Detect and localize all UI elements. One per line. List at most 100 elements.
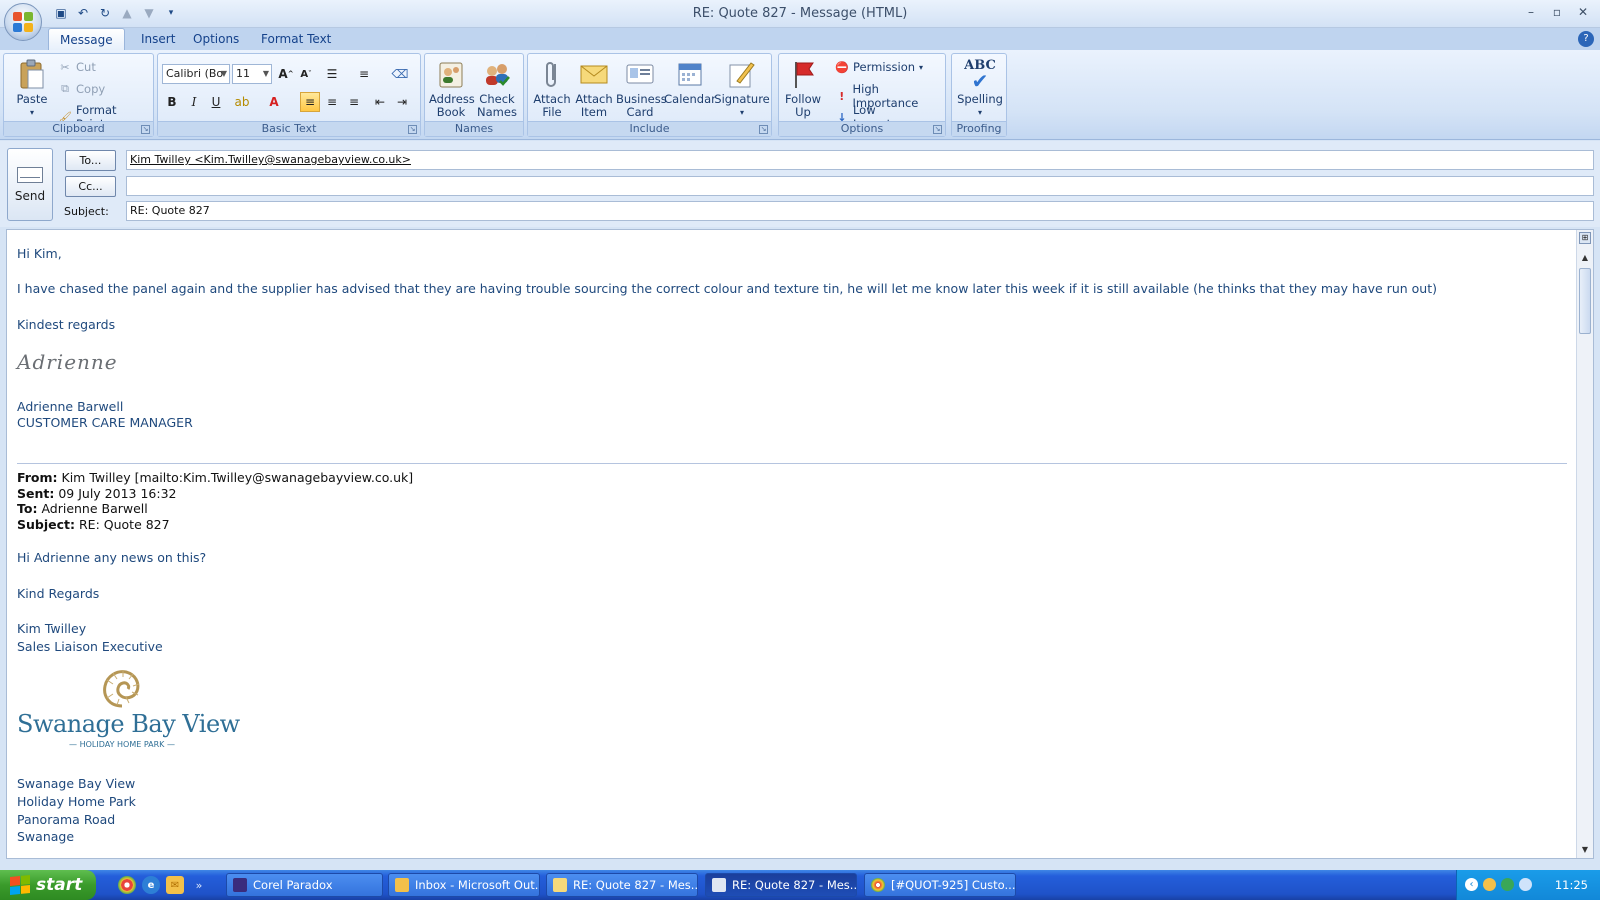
increase-indent-icon[interactable]: ⇥	[392, 92, 412, 112]
shrink-font-icon[interactable]: Aˇ	[296, 64, 316, 84]
handwritten-signature: Adrienne	[17, 350, 118, 374]
logo-name: Swanage Bay View	[17, 710, 240, 738]
bold-button[interactable]: B	[162, 92, 182, 112]
address-line-3: Panorama Road	[17, 812, 116, 827]
cut-button[interactable]: ✂ Cut	[58, 60, 95, 74]
taskbar-item-quot-925[interactable]: [#QUOT-925] Custo...	[864, 873, 1016, 897]
tab-format-text[interactable]: Format Text	[250, 28, 342, 50]
volume-icon[interactable]	[1519, 878, 1532, 891]
tab-options[interactable]: Options	[182, 28, 250, 50]
check-names-button[interactable]: Check Names	[475, 58, 519, 119]
to-button[interactable]: To...	[65, 150, 116, 171]
spelling-button[interactable]: ABC ✔ Spelling ▾	[955, 58, 1005, 119]
send-button[interactable]: Send	[7, 148, 53, 221]
quick-launch: e ✉ »	[118, 876, 208, 894]
address-book-label: Address Book	[429, 92, 475, 119]
quoted-name: Kim Twilley	[17, 621, 87, 636]
basic-text-launcher-icon[interactable]: ↘	[408, 125, 417, 134]
windows-flag-icon	[10, 874, 30, 896]
office-logo-icon	[13, 12, 33, 32]
paperclip-icon	[536, 58, 568, 90]
copy-button[interactable]: ⧉ Copy	[58, 82, 105, 96]
follow-up-label: Follow Up	[784, 92, 822, 119]
tab-message[interactable]: Message	[48, 28, 125, 50]
paradox-icon	[233, 878, 247, 892]
taskbar-item-inbox[interactable]: Inbox - Microsoft Out...	[388, 873, 540, 897]
checkmark-icon: ✔	[971, 68, 989, 93]
grow-font-icon[interactable]: A ^	[276, 64, 296, 84]
signature-button[interactable]: Signature ▾	[714, 58, 770, 119]
help-icon[interactable]: ?	[1578, 31, 1594, 47]
align-center-icon[interactable]: ≡	[322, 92, 342, 112]
paste-label: Paste	[16, 92, 48, 106]
close-button[interactable]: ✕	[1572, 3, 1594, 21]
clipboard-launcher-icon[interactable]: ↘	[141, 125, 150, 134]
copy-icon: ⧉	[61, 82, 69, 95]
signature-dropdown-icon: ▾	[739, 108, 744, 117]
attach-item-button[interactable]: Attach Item	[574, 58, 614, 119]
font-size-combo[interactable]: 11 ▼	[232, 64, 272, 84]
quoted-from-label: From:	[17, 470, 58, 485]
ruler-toggle-icon[interactable]: ⊞	[1579, 232, 1591, 244]
chrome-icon[interactable]	[118, 876, 136, 894]
italic-button[interactable]: I	[184, 92, 204, 112]
font-name-combo[interactable]: Calibri (Bo ▼	[162, 64, 230, 84]
quote-divider	[17, 463, 1567, 464]
address-book-button[interactable]: Address Book	[429, 58, 475, 119]
start-button[interactable]: start	[0, 870, 96, 900]
taskbar-item-corel-paradox[interactable]: Corel Paradox	[226, 873, 383, 897]
scroll-down-icon[interactable]: ▼	[1579, 844, 1591, 856]
outlook-icon	[395, 878, 409, 892]
restore-button[interactable]: ▫	[1546, 3, 1568, 21]
outlook-icon[interactable]: ✉	[166, 876, 184, 894]
align-left-icon[interactable]: ≡	[300, 92, 320, 112]
scrollbar-thumb[interactable]	[1579, 268, 1591, 334]
numbering-icon[interactable]: ≡	[354, 64, 374, 84]
options-launcher-icon[interactable]: ↘	[933, 125, 942, 134]
company-logo: Swanage Bay View — HOLIDAY HOME PARK —	[17, 666, 240, 749]
message-body[interactable]: Hi Kim, I have chased the panel again an…	[6, 229, 1594, 859]
paste-button[interactable]: Paste ▾	[10, 58, 54, 119]
taskbar-item-quote-2[interactable]: RE: Quote 827 - Mes...	[705, 873, 857, 897]
task-label: Inbox - Microsoft Out...	[415, 878, 540, 892]
include-launcher-icon[interactable]: ↘	[759, 125, 768, 134]
decrease-indent-icon[interactable]: ⇤	[370, 92, 390, 112]
outlook-tray-icon[interactable]	[1483, 878, 1496, 891]
logo-tagline: — HOLIDAY HOME PARK —	[69, 740, 175, 749]
permission-button[interactable]: ⛔ Permission ▾	[835, 60, 923, 74]
send-label: Send	[14, 188, 46, 203]
check-names-label: Check Names	[477, 92, 517, 119]
office-button[interactable]	[4, 3, 42, 41]
cc-button[interactable]: Cc...	[65, 176, 116, 197]
minimize-button[interactable]: –	[1520, 3, 1542, 21]
internet-explorer-icon[interactable]: e	[142, 876, 160, 894]
permission-label: Permission	[853, 60, 916, 74]
to-field[interactable]: Kim Twilley <Kim.Twilley@swanagebayview.…	[126, 150, 1594, 170]
options-group-label: Options	[779, 121, 945, 136]
network-icon[interactable]	[1501, 878, 1514, 891]
cc-field[interactable]	[126, 176, 1594, 196]
attach-file-button[interactable]: Attach File	[532, 58, 572, 119]
tray-collapse-icon[interactable]: ‹	[1465, 878, 1478, 891]
scroll-up-icon[interactable]: ▲	[1579, 252, 1591, 264]
names-group: Address Book Check Names Names	[424, 53, 524, 137]
subject-field[interactable]: RE: Quote 827	[126, 201, 1594, 221]
more-icon[interactable]: »	[190, 876, 208, 894]
address-book-icon	[435, 58, 467, 90]
chevron-down-icon: ▼	[262, 69, 269, 78]
highlight-icon[interactable]: ab	[232, 92, 252, 112]
align-right-icon[interactable]: ≡	[344, 92, 364, 112]
vertical-scrollbar[interactable]: ⊞ ▲ ▼	[1576, 230, 1593, 858]
red-flag-icon	[787, 58, 819, 90]
permission-icon: ⛔	[835, 60, 849, 74]
names-group-label: Names	[425, 121, 523, 136]
taskbar-item-quote-1[interactable]: RE: Quote 827 - Mes...	[546, 873, 698, 897]
calendar-button[interactable]: Calendar	[664, 58, 716, 106]
quoted-role: Sales Liaison Executive	[17, 639, 163, 654]
envelope-icon	[553, 878, 567, 892]
clear-formatting-icon[interactable]: ⌫	[390, 64, 410, 84]
tab-insert[interactable]: Insert	[130, 28, 186, 50]
underline-button[interactable]: U	[206, 92, 226, 112]
bullets-icon[interactable]: ☰	[322, 64, 342, 84]
font-color-icon[interactable]: A	[264, 92, 284, 112]
